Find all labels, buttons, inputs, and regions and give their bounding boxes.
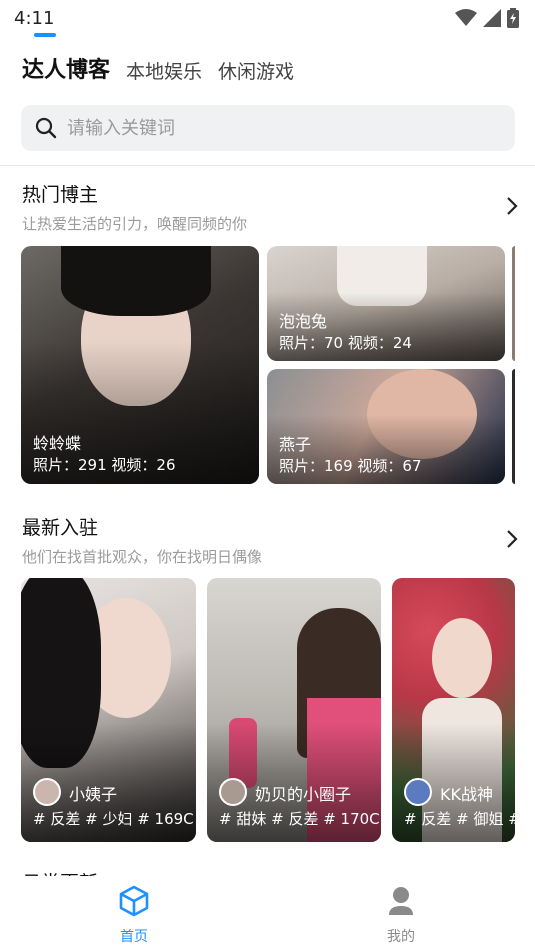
status-bar: 4:11 [0,0,535,36]
status-icons [455,8,519,28]
divider [0,165,535,166]
tab-local-entertainment[interactable]: 本地娱乐 [126,57,202,84]
avatar [219,778,247,806]
blogger-tags: # 反差 # 少妇 # 169C [33,810,194,828]
avatar [33,778,61,806]
new-bloggers-header: 最新入驻 他们在找首批观众，你在找明日偶像 [22,513,522,567]
wifi-icon [455,9,477,26]
blogger-stats: 照片：70 视频：24 [279,334,412,352]
search-bar[interactable] [21,105,515,151]
blogger-stats: 照片：169 视频：67 [279,457,422,475]
blogger-stats: 照片：291 视频：26 [33,456,176,474]
blogger-name: 奶贝的小圈子 [255,785,352,804]
blogger-tags: # 甜妹 # 反差 # 170C [219,810,380,828]
user-icon [389,887,413,915]
blogger-tags: # 反差 # 御姐 # [404,810,515,828]
hot-blogger-card[interactable]: 燕子 照片：169 视频：67 [267,369,505,484]
hot-blogger-card-peek[interactable] [512,246,515,361]
search-icon [35,117,57,139]
nav-home-label: 首页 [120,929,148,945]
portrait-shape [432,618,492,698]
blogger-name: KK战神 [440,785,493,804]
nav-profile[interactable]: 我的 [361,884,441,946]
blogger-name: 泡泡兔 [279,312,328,331]
battery-icon [507,8,519,28]
nav-profile-label: 我的 [387,929,415,945]
hot-blogger-card-peek[interactable] [512,369,515,484]
cube-icon [119,885,149,917]
chevron-right-icon[interactable] [502,196,522,216]
new-blogger-card[interactable]: 小姨子 # 反差 # 少妇 # 169C [21,578,196,842]
new-bloggers-subtitle: 他们在找首批观众，你在找明日偶像 [22,548,263,566]
search-input[interactable] [67,117,487,139]
new-blogger-card[interactable]: 奶贝的小圈子 # 甜妹 # 反差 # 170C [207,578,381,842]
chevron-right-icon[interactable] [502,529,522,549]
tab-casual-games[interactable]: 休闲游戏 [218,57,294,84]
avatar [404,778,432,806]
top-tabs: 达人博客 本地娱乐 休闲游戏 [22,52,294,84]
new-bloggers-title: 最新入驻 [22,517,99,539]
hot-bloggers-title: 热门博主 [22,184,99,206]
hot-bloggers-subtitle: 让热爱生活的引力，唤醒同频的你 [22,215,248,233]
signal-icon [483,9,501,27]
hair-shape [61,246,211,316]
nav-home[interactable]: 首页 [94,884,174,946]
bottom-nav: 首页 我的 [0,876,535,951]
hot-bloggers-header: 热门博主 让热爱生活的引力，唤醒同频的你 [22,180,522,234]
tab-blogger[interactable]: 达人博客 [22,52,110,84]
active-tab-indicator [34,33,56,37]
hot-blogger-card[interactable]: 蛉蛉蝶 照片：291 视频：26 [21,246,259,484]
new-blogger-card[interactable]: KK战神 # 反差 # 御姐 # [392,578,515,842]
blogger-name: 燕子 [279,435,312,454]
blogger-name: 小姨子 [69,785,118,804]
status-time: 4:11 [14,7,55,29]
hot-blogger-card[interactable]: 泡泡兔 照片：70 视频：24 [267,246,505,361]
blogger-name: 蛉蛉蝶 [33,434,82,453]
